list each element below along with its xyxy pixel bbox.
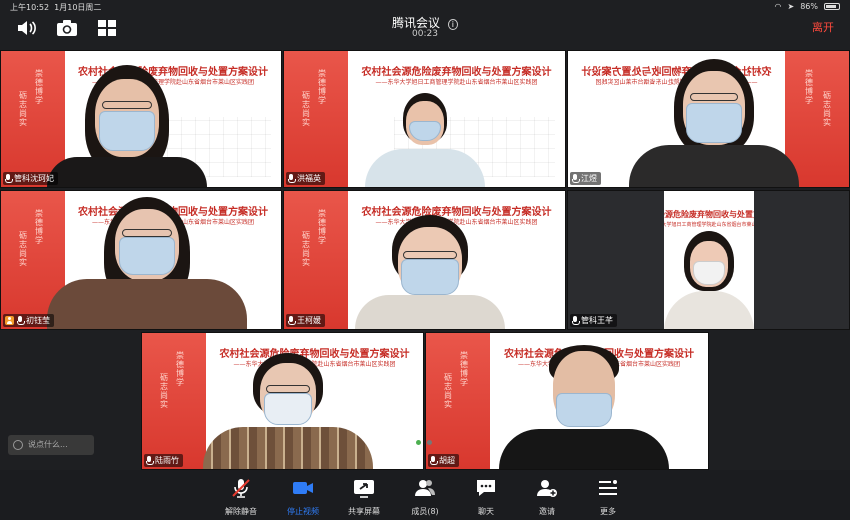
participant-name-tag: 初钰莹: [3, 314, 54, 327]
wifi-icon: ◠: [774, 2, 782, 11]
status-right: ◠ ➤ 86%: [775, 2, 840, 11]
mic-icon: [572, 316, 580, 325]
slide-title: 农村社会源危险废弃物回收与处置方案设计: [361, 67, 552, 78]
chat-quick-input[interactable]: 说点什么...: [8, 435, 94, 455]
video-tile[interactable]: 崇德博学砺志尚实 农村社会源危险废弃物回收与处置方案设计 ——东华大学旭日工商管…: [0, 50, 282, 188]
video-tile[interactable]: 崇德博学砺志尚实 农村社会源危险废弃物回收与处置方案设计 ——东华大学旭日工商管…: [141, 332, 424, 470]
more-menu-icon: [599, 480, 617, 495]
members-button[interactable]: 成员(8): [395, 478, 455, 517]
battery-percent: 86%: [800, 2, 818, 11]
share-screen-button[interactable]: 共享屏幕: [334, 478, 394, 517]
mic-icon: [572, 174, 580, 183]
participant-name-tag: 洪福英: [286, 172, 325, 185]
user-avatar-icon: [5, 316, 14, 325]
more-button[interactable]: 更多: [578, 478, 638, 517]
mic-icon: [288, 174, 296, 183]
video-tile[interactable]: 崇德博学砺志尚实 农村社会源危险废弃物回收与处置方案设计 ——东华大学旭日工商管…: [425, 332, 709, 470]
status-bar: 上午10:52 1月10日周二 ◠ ➤ 86%: [0, 0, 850, 14]
mic-icon: [430, 456, 438, 465]
participant-video: [47, 57, 207, 187]
emoji-icon[interactable]: [13, 440, 23, 450]
status-time-date: 上午10:52 1月10日周二: [10, 3, 102, 12]
participant-name-tag: 管科王芊: [570, 314, 617, 327]
battery-icon: [824, 3, 840, 10]
chat-button[interactable]: 聊天: [456, 478, 516, 517]
participant-name-tag: 管科沈珂妃: [3, 172, 58, 185]
mic-icon: [5, 174, 13, 183]
invite-button[interactable]: 邀请: [517, 478, 577, 517]
meeting-toolbar: 解除静音 停止视频 共享屏幕 成员(8) 聊天 邀请 更多: [0, 470, 850, 520]
mic-icon: [17, 316, 25, 325]
leave-button[interactable]: 离开: [812, 19, 834, 35]
unmute-button[interactable]: 解除静音: [211, 478, 271, 517]
video-tile[interactable]: 崇德博学砺志尚实 农村社会源危险废弃物回收与处置方案设计 ——东华大学旭日工商管…: [283, 190, 566, 330]
slide-title: 农村社会源危险废弃物回收与处置方案设计: [664, 210, 754, 219]
location-icon: ➤: [787, 2, 795, 11]
share-screen-icon: [354, 480, 374, 498]
mic-icon: [146, 456, 154, 465]
participant-video: [664, 231, 754, 329]
video-tile[interactable]: 崇德博学砺志尚实 农村社会源危险废弃物回收与处置方案设计 ——东华大学旭日工商管…: [0, 190, 282, 330]
participant-video: [498, 341, 669, 469]
video-tile[interactable]: 崇德博学砺志尚实 农村社会源危险废弃物回收与处置方案设计 ——东华大学旭日工商管…: [567, 50, 850, 188]
video-camera-icon: [293, 482, 313, 494]
page-dot[interactable]: [427, 440, 432, 445]
slide-subtitle: ——东华大学旭日工商管理学院赴山东省烟台市莱山区实践团: [664, 222, 754, 228]
invite-icon: [537, 480, 557, 497]
slide-subtitle: ——东华大学旭日工商管理学院赴山东省烟台市莱山区实践团: [375, 79, 538, 86]
video-tile[interactable]: 崇德博学砺志尚实 农村社会源危险废弃物回收与处置方案设计 ——东华大学旭日工商管…: [283, 50, 566, 188]
participant-name-tag: 胡超: [428, 454, 459, 467]
stop-video-button[interactable]: 停止视频: [273, 478, 333, 517]
mic-icon: [288, 316, 296, 325]
participant-name-tag: 江煜: [570, 172, 601, 185]
muted-mic-icon: [232, 479, 250, 498]
video-tile[interactable]: 农村社会源危险废弃物回收与处置方案设计 ——东华大学旭日工商管理学院赴山东省烟台…: [567, 190, 850, 330]
participant-name-tag: 王柯媛: [286, 314, 325, 327]
participant-video: [355, 213, 506, 329]
meeting-timer: 00:23: [412, 29, 438, 39]
members-icon: [415, 480, 435, 496]
participant-name-tag: 陆雨竹: [144, 454, 183, 467]
participant-video: [364, 91, 485, 187]
meeting-header: 腾讯会议 i 00:23 离开: [0, 14, 850, 44]
participant-video: [629, 57, 800, 187]
chat-icon: [477, 480, 495, 496]
page-indicator[interactable]: [416, 440, 432, 445]
participant-video: [203, 351, 374, 469]
page-dot[interactable]: [416, 440, 421, 445]
participant-video: [46, 195, 247, 329]
